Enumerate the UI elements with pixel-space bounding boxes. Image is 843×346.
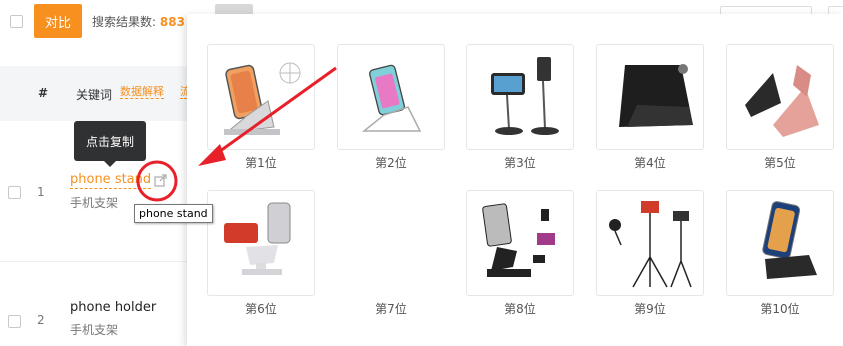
native-title-tooltip: phone stand	[134, 204, 213, 223]
row-checkbox[interactable]	[8, 315, 21, 328]
data-explain-link[interactable]: 数据解释	[120, 85, 164, 99]
row-index: 1	[37, 185, 45, 199]
product-rank: 第6位	[245, 302, 277, 316]
product-image[interactable]	[337, 190, 445, 296]
header-index: #	[38, 86, 49, 100]
select-all-checkbox[interactable]	[10, 15, 23, 28]
product-image[interactable]	[466, 44, 574, 150]
product-rank: 第4位	[634, 156, 666, 170]
copy-link-icon[interactable]	[154, 173, 168, 187]
keyword-link[interactable]: phone holder	[70, 300, 156, 315]
product-image[interactable]	[726, 44, 834, 150]
product-rank: 第1位	[245, 156, 277, 170]
product-image[interactable]	[596, 190, 704, 296]
product-image[interactable]	[466, 190, 574, 296]
keyword-translation: 手机支架	[70, 323, 119, 337]
search-count-label: 搜索结果数:	[92, 15, 157, 29]
product-rank: 第10位	[760, 302, 800, 316]
row-index: 2	[37, 313, 45, 327]
header-keyword: 关键词	[76, 88, 113, 102]
product-rank: 第2位	[375, 156, 407, 170]
copy-tooltip: 点击复制	[74, 121, 146, 167]
product-image[interactable]	[726, 190, 834, 296]
product-rank: 第8位	[504, 302, 536, 316]
product-image-popup: 第1位 第2位 第3位 第4位 第5位 第6位 第7位 第8位 第9位 第10位	[187, 14, 843, 346]
keyword-translation: 手机支架	[70, 196, 119, 210]
product-image[interactable]	[207, 44, 315, 150]
product-image[interactable]	[596, 44, 704, 150]
product-image[interactable]	[337, 44, 445, 150]
search-count-value: 883	[159, 15, 185, 29]
row-checkbox[interactable]	[8, 186, 21, 199]
product-image[interactable]	[207, 190, 315, 296]
search-result-count: 搜索结果数: 883	[92, 13, 185, 30]
product-rank: 第7位	[375, 302, 407, 316]
product-rank: 第5位	[764, 156, 796, 170]
compare-button[interactable]: 对比	[34, 4, 82, 38]
keyword-link[interactable]: phone stand	[70, 172, 152, 189]
product-rank: 第9位	[634, 302, 666, 316]
product-rank: 第3位	[504, 156, 536, 170]
